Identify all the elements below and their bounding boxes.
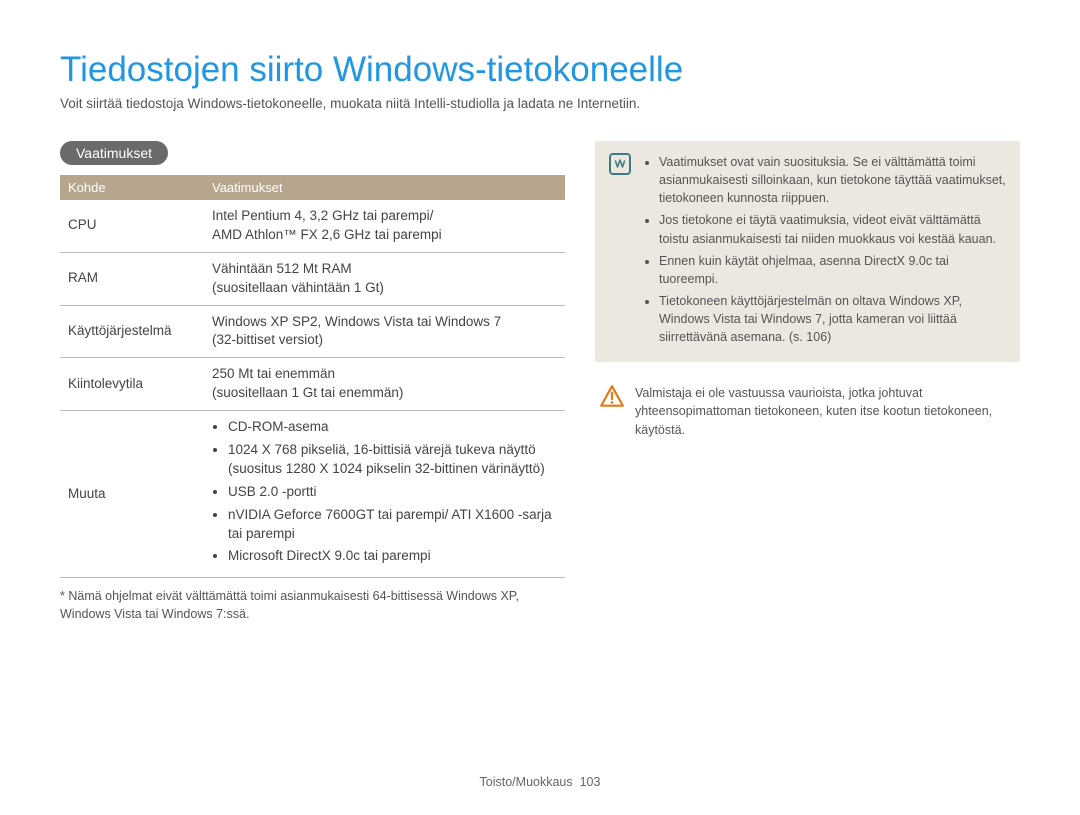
list-item: 1024 X 768 pikseliä, 16-bittisiä värejä … — [228, 441, 557, 479]
cell-ram-val: Vähintään 512 Mt RAM (suositellaan vähin… — [204, 252, 565, 305]
cell-hdd-key: Kiintolevytila — [60, 358, 204, 411]
warning-text: Valmistaja ei ole vastuussa vaurioista, … — [635, 384, 1016, 438]
note-icon — [609, 153, 631, 175]
page-subtitle: Voit siirtää tiedostoja Windows-tietokon… — [60, 96, 1020, 111]
cell-hdd-val: 250 Mt tai enemmän (suositellaan 1 Gt ta… — [204, 358, 565, 411]
table-header-kohde: Kohde — [60, 175, 204, 200]
info-note-item: Jos tietokone ei täytä vaatimuksia, vide… — [659, 211, 1006, 247]
info-note-item: Tietokoneen käyttöjärjestelmän on oltava… — [659, 292, 1006, 346]
cell-other-val: CD-ROM-asema 1024 X 768 pikseliä, 16-bit… — [204, 411, 565, 578]
cell-other-key: Muuta — [60, 411, 204, 578]
table-row: Kiintolevytila 250 Mt tai enemmän (suosi… — [60, 358, 565, 411]
warning-icon — [599, 384, 625, 410]
list-item: Microsoft DirectX 9.0c tai parempi — [228, 547, 557, 566]
cell-cpu-val: Intel Pentium 4, 3,2 GHz tai parempi/ AM… — [204, 200, 565, 252]
table-row: Muuta CD-ROM-asema 1024 X 768 pikseliä, … — [60, 411, 565, 578]
table-row: CPU Intel Pentium 4, 3,2 GHz tai parempi… — [60, 200, 565, 252]
table-row: RAM Vähintään 512 Mt RAM (suositellaan v… — [60, 252, 565, 305]
cell-os-val: Windows XP SP2, Windows Vista tai Window… — [204, 305, 565, 358]
table-header-vaatimukset: Vaatimukset — [204, 175, 565, 200]
table-row: Käyttöjärjestelmä Windows XP SP2, Window… — [60, 305, 565, 358]
table-footnote: * Nämä ohjelmat eivät välttämättä toimi … — [60, 588, 565, 623]
info-note-box: Vaatimukset ovat vain suosituksia. Se ei… — [595, 141, 1020, 362]
warning-box: Valmistaja ei ole vastuussa vaurioista, … — [595, 384, 1020, 438]
info-note-item: Ennen kuin käytät ohjelmaa, asenna Direc… — [659, 252, 1006, 288]
list-item: nVIDIA Geforce 7600GT tai parempi/ ATI X… — [228, 506, 557, 544]
info-note-item: Vaatimukset ovat vain suosituksia. Se ei… — [659, 153, 1006, 207]
page-footer: Toisto/Muokkaus 103 — [0, 775, 1080, 789]
cell-cpu-key: CPU — [60, 200, 204, 252]
requirements-table: Kohde Vaatimukset CPU Intel Pentium 4, 3… — [60, 175, 565, 578]
cell-ram-key: RAM — [60, 252, 204, 305]
list-item: USB 2.0 -portti — [228, 483, 557, 502]
footer-page: 103 — [580, 775, 601, 789]
page-title: Tiedostojen siirto Windows-tietokoneelle — [60, 50, 1020, 90]
cell-os-key: Käyttöjärjestelmä — [60, 305, 204, 358]
list-item: CD-ROM-asema — [228, 418, 557, 437]
footer-section: Toisto/Muokkaus — [480, 775, 573, 789]
requirements-heading: Vaatimukset — [60, 141, 168, 165]
